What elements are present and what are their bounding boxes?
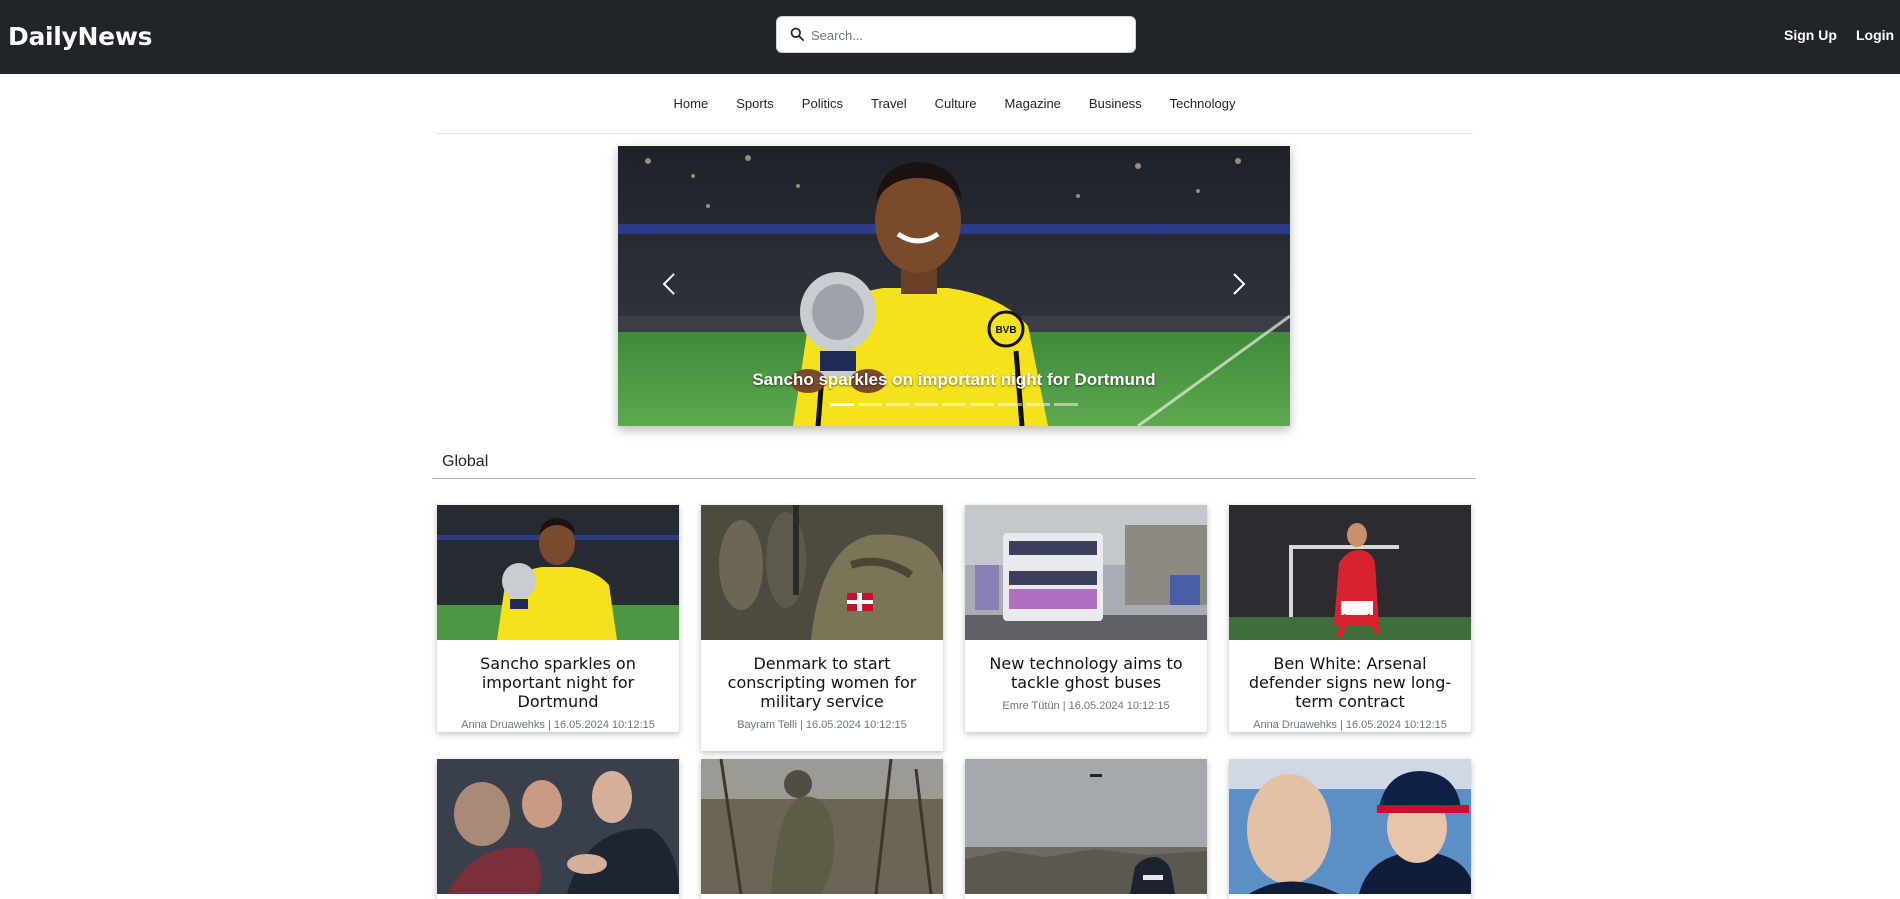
article-card[interactable]	[965, 759, 1207, 899]
nav-item-technology[interactable]: Technology	[1170, 96, 1236, 111]
article-thumbnail	[437, 505, 679, 640]
carousel-caption: Sancho sparkles on important night for D…	[752, 370, 1156, 389]
nav-item-politics[interactable]: Politics	[802, 96, 843, 111]
search-box[interactable]	[776, 16, 1136, 53]
article-meta: Anna Druawehks | 16.05.2024 10:12:15	[1253, 719, 1447, 731]
nav-item-travel[interactable]: Travel	[871, 96, 907, 111]
category-nav: Home Sports Politics Travel Culture Magazine B…	[436, 74, 1473, 134]
nav-item-business[interactable]: Business	[1089, 96, 1142, 111]
article-card[interactable]: Sancho sparkles on important night for D…	[437, 505, 679, 732]
article-thumbnail	[965, 505, 1207, 640]
carousel-indicator[interactable]	[858, 403, 882, 406]
article-meta: Emre Tütün | 16.05.2024 10:12:15	[1002, 700, 1170, 712]
nav-item-magazine[interactable]: Magazine	[1005, 96, 1061, 111]
carousel-indicator[interactable]	[886, 403, 910, 406]
article-thumbnail	[965, 759, 1207, 894]
carousel-indicator[interactable]	[970, 403, 994, 406]
carousel-prev-icon[interactable]	[650, 264, 690, 304]
brand-logo[interactable]: DailyNews	[8, 22, 153, 51]
article-title[interactable]: New technology aims to tackle ghost buse…	[965, 640, 1207, 692]
svg-text:BVB: BVB	[995, 325, 1016, 336]
article-card[interactable]: Ben White: Arsenal defender signs new lo…	[1229, 505, 1471, 732]
article-thumbnail	[437, 759, 679, 894]
article-thumbnail	[1229, 759, 1471, 894]
carousel-indicator[interactable]	[1026, 403, 1050, 406]
carousel-next-icon[interactable]	[1218, 264, 1258, 304]
carousel-indicator[interactable]	[914, 403, 938, 406]
carousel-indicator[interactable]	[942, 403, 966, 406]
article-title[interactable]: Denmark to start conscripting women for …	[701, 640, 943, 711]
article-card[interactable]	[437, 759, 679, 899]
carousel-indicator[interactable]	[830, 403, 854, 406]
carousel-indicator[interactable]	[1054, 403, 1078, 406]
hero-carousel[interactable]: BVB Sancho sparkles on important night f…	[618, 146, 1290, 426]
search-icon	[790, 27, 804, 41]
article-title[interactable]: Ben White: Arsenal defender signs new lo…	[1229, 640, 1471, 711]
login-link[interactable]: Login	[1856, 27, 1894, 43]
article-thumbnail	[1229, 505, 1471, 640]
article-meta: Anna Druawehks | 16.05.2024 10:12:15	[461, 719, 655, 731]
article-thumbnail	[701, 505, 943, 640]
section-title: Global	[442, 453, 489, 470]
carousel-indicators	[618, 403, 1290, 406]
search-input[interactable]	[811, 23, 1121, 47]
article-meta: Bayram Telli | 16.05.2024 10:12:15	[737, 719, 907, 731]
article-card[interactable]	[1229, 759, 1471, 899]
article-card[interactable]: New technology aims to tackle ghost buse…	[965, 505, 1207, 732]
article-thumbnail	[701, 759, 943, 894]
top-navbar: DailyNews Sign Up Login	[0, 0, 1900, 74]
nav-item-home[interactable]: Home	[674, 96, 709, 111]
article-title[interactable]: Sancho sparkles on important night for D…	[437, 640, 679, 711]
nav-item-sports[interactable]: Sports	[736, 96, 774, 111]
article-card[interactable]	[701, 759, 943, 899]
article-card[interactable]: Denmark to start conscripting women for …	[701, 505, 943, 751]
signup-link[interactable]: Sign Up	[1784, 27, 1837, 43]
section-divider	[432, 478, 1476, 479]
nav-item-culture[interactable]: Culture	[935, 96, 977, 111]
carousel-indicator[interactable]	[998, 403, 1022, 406]
